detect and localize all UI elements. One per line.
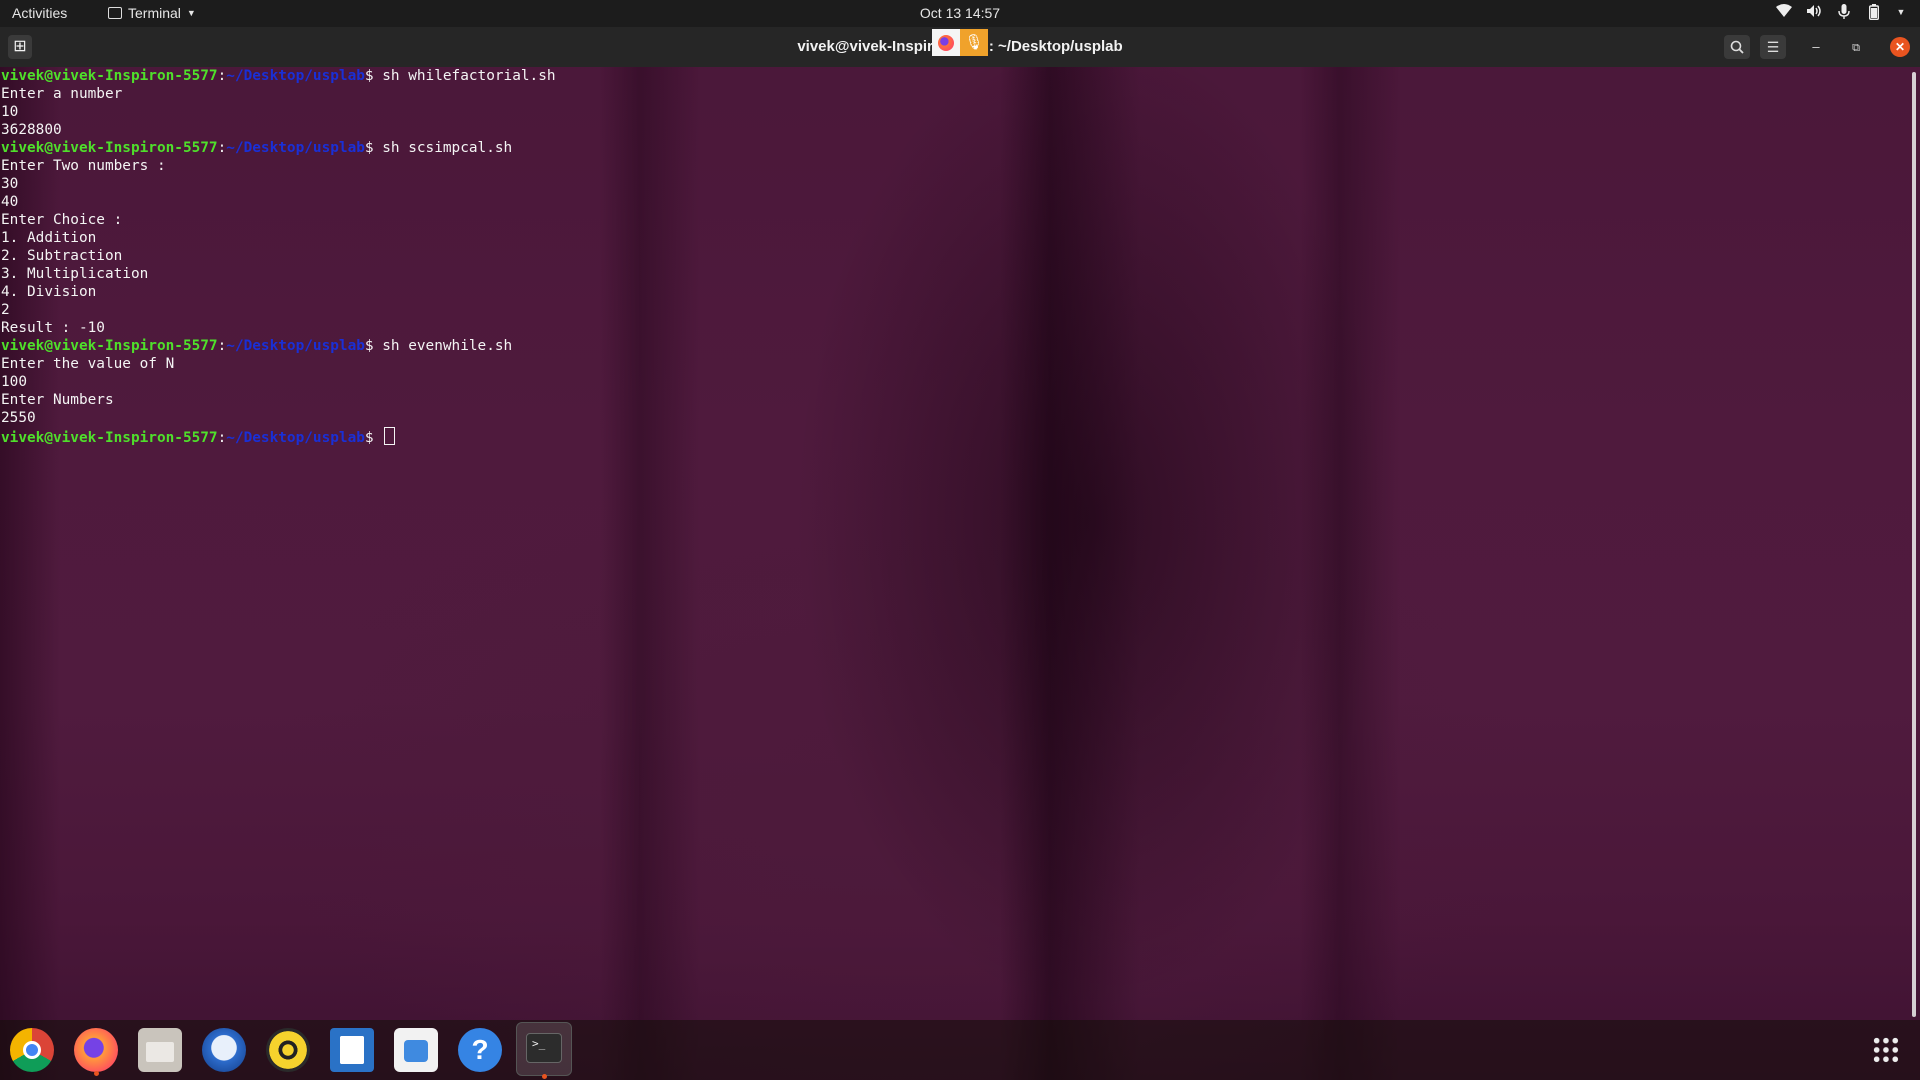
output-text: 4. Division — [1, 284, 97, 300]
mic-icon[interactable] — [1836, 4, 1852, 20]
output-line: Enter Choice : — [0, 211, 1900, 229]
prompt-user: vivek@vivek-Inspiron-5577 — [1, 140, 218, 156]
terminal-glyph: >_ — [526, 1033, 562, 1063]
thunderbird-icon[interactable] — [202, 1028, 246, 1072]
window-title-main: vivek@vivek-Inspir — [797, 38, 933, 55]
output-text: Enter Two numbers : — [1, 158, 166, 174]
restore-button[interactable]: ⧉ — [1846, 37, 1866, 57]
chevron-down-icon: ▼ — [186, 8, 196, 18]
search-icon — [1730, 40, 1744, 54]
terminal-output[interactable]: vivek@vivek-Inspiron-5577:~/Desktop/uspl… — [0, 67, 1900, 1017]
command-text: sh evenwhile.sh — [373, 338, 513, 354]
files-icon[interactable] — [138, 1028, 182, 1072]
output-line: Enter Numbers — [0, 391, 1900, 409]
output-line: Enter a number — [0, 85, 1900, 103]
output-line: 3. Multiplication — [0, 265, 1900, 283]
prompt-user: vivek@vivek-Inspiron-5577 — [1, 430, 218, 446]
output-line: 3628800 — [0, 121, 1900, 139]
chevron-down-icon[interactable]: ▼ — [1896, 4, 1906, 20]
command-text: sh whilefactorial.sh — [373, 68, 556, 84]
menu-icon: ☰ — [1766, 39, 1780, 55]
output-line: 2 — [0, 301, 1900, 319]
output-line: 1. Addition — [0, 229, 1900, 247]
minimize-icon: – — [1812, 39, 1820, 54]
minimize-button[interactable]: – — [1806, 37, 1826, 57]
rhythmbox-icon[interactable] — [266, 1028, 310, 1072]
terminal-small-icon — [108, 7, 122, 19]
output-text: 3. Multiplication — [1, 266, 149, 282]
output-line: 100 — [0, 373, 1900, 391]
terminal-scrollbar[interactable] — [1912, 72, 1916, 1017]
mic-in-use-icon[interactable]: 🎙 — [960, 29, 988, 56]
output-text: 10 — [1, 104, 19, 120]
command-text: sh scsimpcal.sh — [373, 140, 513, 156]
output-text: 2. Subtraction — [1, 248, 123, 264]
output-line: 40 — [0, 193, 1900, 211]
output-line: Result : -10 — [0, 319, 1900, 337]
running-indicator — [542, 1074, 547, 1079]
app-menu-label: Terminal — [128, 5, 181, 21]
output-line: 4. Division — [0, 283, 1900, 301]
hamburger-menu-button[interactable]: ☰ — [1760, 35, 1786, 59]
output-text: 3628800 — [1, 122, 62, 138]
output-text: Enter Choice : — [1, 212, 123, 228]
system-tray[interactable]: ▼ — [1776, 4, 1906, 21]
search-button[interactable] — [1724, 35, 1750, 59]
volume-icon[interactable] — [1806, 4, 1822, 20]
window-title-suffix: : ~/Desktop/usplab — [988, 38, 1123, 55]
prompt-path: ~/Desktop/usplab — [226, 140, 365, 156]
output-line: Enter Two numbers : — [0, 157, 1900, 175]
prompt-path: ~/Desktop/usplab — [226, 430, 365, 446]
restore-icon: ⧉ — [1852, 42, 1860, 54]
output-line: 30 — [0, 175, 1900, 193]
prompt-path: ~/Desktop/usplab — [226, 68, 365, 84]
show-applications-icon[interactable] — [1872, 1036, 1900, 1064]
clock-container: Oct 13 14:57 — [0, 5, 1920, 21]
software-store-icon[interactable] — [394, 1028, 438, 1072]
libreoffice-writer-icon[interactable] — [330, 1028, 374, 1072]
output-line: 2550 — [0, 409, 1900, 427]
firefox-sharing-icon[interactable] — [932, 29, 960, 56]
text-cursor — [384, 427, 396, 445]
running-indicator — [94, 1071, 99, 1076]
close-button[interactable]: ✕ — [1890, 37, 1910, 57]
output-text: Enter Numbers — [1, 392, 114, 408]
prompt-user: vivek@vivek-Inspiron-5577 — [1, 68, 218, 84]
output-text: Result : -10 — [1, 320, 105, 336]
command-text — [374, 430, 383, 446]
prompt-line: vivek@vivek-Inspiron-5577:~/Desktop/uspl… — [1, 338, 513, 354]
screen-share-indicator: 🎙 — [932, 29, 988, 56]
output-text: 30 — [1, 176, 19, 192]
output-text: 40 — [1, 194, 19, 210]
prompt-line: vivek@vivek-Inspiron-5577:~/Desktop/uspl… — [0, 427, 1900, 446]
clock[interactable]: Oct 13 14:57 — [920, 5, 1000, 21]
dock: ? >_ — [0, 1020, 1920, 1080]
chrome-icon[interactable] — [10, 1028, 54, 1072]
output-text: 100 — [1, 374, 27, 390]
output-text: 2 — [1, 302, 10, 318]
terminal-icon[interactable]: >_ — [516, 1022, 572, 1079]
prompt-line: vivek@vivek-Inspiron-5577:~/Desktop/uspl… — [1, 140, 513, 156]
terminal-headerbar: ⊞ vivek@vivek-Inspir: ~/Desktop/usplab 🎙… — [0, 27, 1920, 67]
prompt-line: vivek@vivek-Inspiron-5577:~/Desktop/uspl… — [1, 68, 556, 84]
output-text: 2550 — [1, 410, 36, 426]
help-glyph: ? — [471, 1034, 489, 1065]
help-icon[interactable]: ? — [458, 1028, 502, 1072]
output-line: 10 — [0, 103, 1900, 121]
output-text: Enter a number — [1, 86, 123, 102]
prompt-user: vivek@vivek-Inspiron-5577 — [1, 338, 218, 354]
top-bar: Activities Terminal ▼ Oct 13 14:57 ▼ — [0, 0, 1920, 27]
output-line: 2. Subtraction — [0, 247, 1900, 265]
battery-icon[interactable] — [1866, 4, 1882, 21]
output-line: Enter the value of N — [0, 355, 1900, 373]
wifi-icon[interactable] — [1776, 4, 1792, 20]
prompt-path: ~/Desktop/usplab — [226, 338, 365, 354]
output-text: Enter the value of N — [1, 356, 175, 372]
output-text: 1. Addition — [1, 230, 97, 246]
app-menu[interactable]: Terminal ▼ — [108, 5, 196, 21]
activities-button[interactable]: Activities — [12, 5, 67, 21]
close-icon: ✕ — [1894, 40, 1906, 54]
firefox-icon[interactable] — [74, 1028, 118, 1076]
